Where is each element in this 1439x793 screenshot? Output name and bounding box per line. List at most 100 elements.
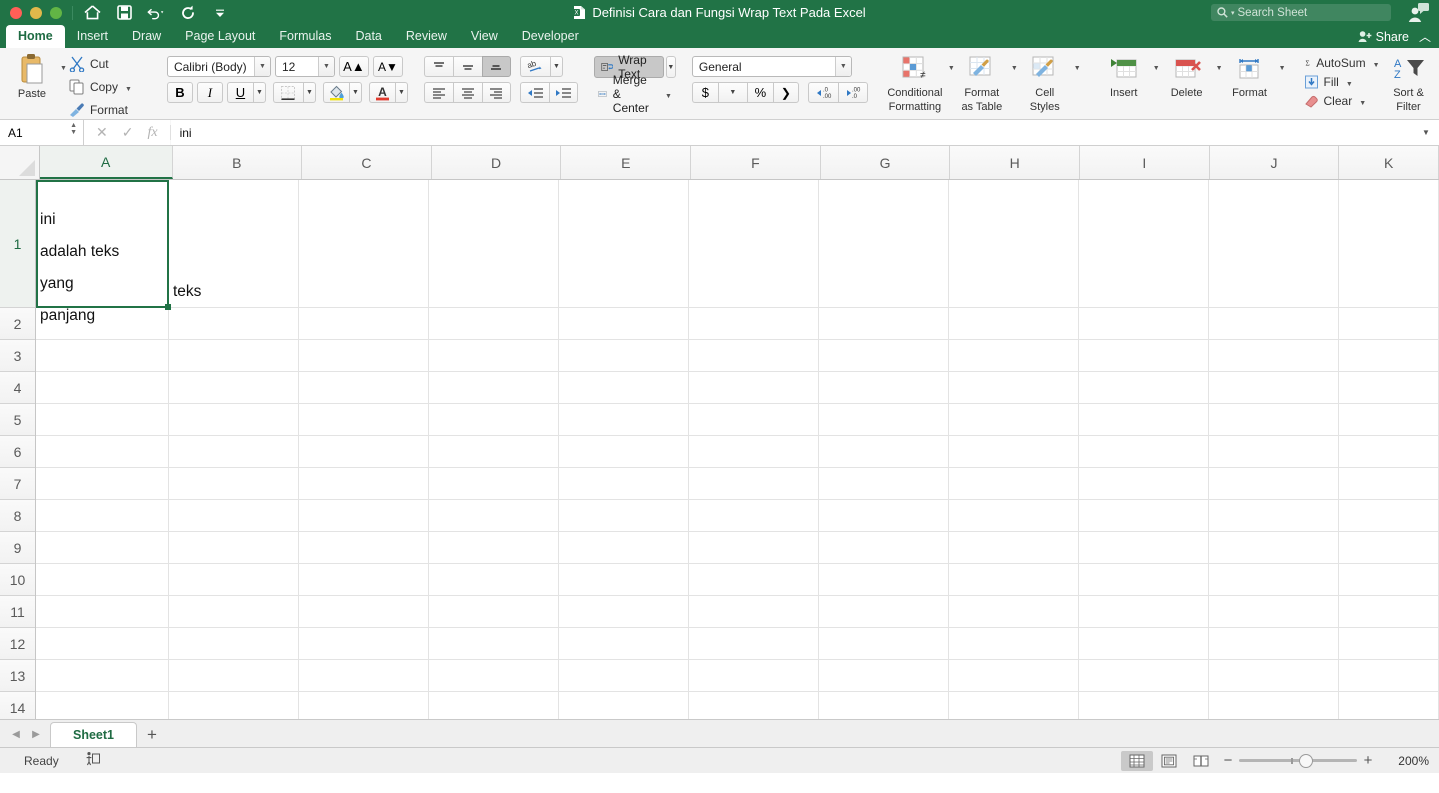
cell-G10[interactable] bbox=[819, 564, 949, 596]
conditional-formatting-button[interactable]: ≠ Conditional Formatting bbox=[884, 51, 946, 113]
cell-I6[interactable] bbox=[1079, 436, 1209, 468]
align-right-icon[interactable] bbox=[481, 82, 511, 103]
home-icon[interactable] bbox=[83, 4, 101, 22]
cell-F13[interactable] bbox=[689, 660, 819, 692]
cell-C12[interactable] bbox=[299, 628, 429, 660]
customize-toolbar-icon[interactable] bbox=[211, 4, 229, 22]
row-header-7[interactable]: 7 bbox=[0, 468, 35, 500]
cell-J6[interactable] bbox=[1209, 436, 1339, 468]
cell-G14[interactable] bbox=[819, 692, 949, 719]
page-break-view-icon[interactable] bbox=[1185, 751, 1217, 771]
copy-button[interactable]: Copy ▼ bbox=[67, 78, 151, 96]
cell-I7[interactable] bbox=[1079, 468, 1209, 500]
delete-cells-button[interactable]: Delete bbox=[1160, 51, 1214, 99]
page-layout-view-icon[interactable] bbox=[1153, 751, 1185, 771]
cell-A10[interactable] bbox=[36, 564, 169, 596]
cell-E2[interactable] bbox=[559, 308, 689, 340]
align-top-icon[interactable] bbox=[423, 56, 453, 77]
cell-K2[interactable] bbox=[1339, 308, 1439, 340]
zoom-in-button[interactable]: + bbox=[1357, 752, 1379, 769]
cell-D3[interactable] bbox=[429, 340, 559, 372]
row-header-5[interactable]: 5 bbox=[0, 404, 35, 436]
cell-H5[interactable] bbox=[949, 404, 1079, 436]
cut-button[interactable]: Cut bbox=[67, 55, 151, 73]
conditional-formatting-dropdown-icon[interactable]: ▼ bbox=[948, 65, 955, 113]
cell-E6[interactable] bbox=[559, 436, 689, 468]
account-avatar-icon[interactable] bbox=[1407, 3, 1429, 23]
bold-button[interactable]: B bbox=[166, 82, 193, 103]
cell-I9[interactable] bbox=[1079, 532, 1209, 564]
cell-K6[interactable] bbox=[1339, 436, 1439, 468]
insert-cells-button[interactable]: Insert bbox=[1097, 51, 1151, 99]
window-controls[interactable] bbox=[0, 6, 62, 19]
sheet-tab-sheet1[interactable]: Sheet1 bbox=[50, 722, 137, 747]
cell-J14[interactable] bbox=[1209, 692, 1339, 719]
cell-K11[interactable] bbox=[1339, 596, 1439, 628]
cell-J8[interactable] bbox=[1209, 500, 1339, 532]
cell-A6[interactable] bbox=[36, 436, 169, 468]
cell-G12[interactable] bbox=[819, 628, 949, 660]
cell-B10[interactable] bbox=[169, 564, 299, 596]
autosum-button[interactable]: Σ AutoSum ▼ bbox=[1302, 55, 1382, 71]
font-color-button[interactable]: A bbox=[368, 82, 395, 103]
cell-K14[interactable] bbox=[1339, 692, 1439, 719]
tab-formulas[interactable]: Formulas bbox=[267, 25, 343, 48]
cell-F5[interactable] bbox=[689, 404, 819, 436]
grow-font-button[interactable]: A▲ bbox=[338, 56, 369, 77]
italic-button[interactable]: I bbox=[196, 82, 223, 103]
cell-C4[interactable] bbox=[299, 372, 429, 404]
cell-I14[interactable] bbox=[1079, 692, 1209, 719]
cell-C1[interactable] bbox=[299, 180, 429, 308]
cell-D14[interactable] bbox=[429, 692, 559, 719]
align-bottom-icon[interactable] bbox=[481, 56, 511, 77]
currency-format-button[interactable]: $ bbox=[691, 82, 718, 103]
copy-dropdown-icon[interactable]: ▼ bbox=[125, 86, 132, 93]
row-header-14[interactable]: 14 bbox=[0, 692, 35, 719]
currency-dropdown-icon[interactable]: ▼ bbox=[717, 82, 747, 103]
cell-E11[interactable] bbox=[559, 596, 689, 628]
cell-E14[interactable] bbox=[559, 692, 689, 719]
chevron-up-icon[interactable]: ︿ bbox=[1419, 28, 1431, 45]
format-cells-dropdown-icon[interactable]: ▼ bbox=[1279, 65, 1286, 99]
clear-dropdown-icon[interactable]: ▼ bbox=[1359, 100, 1366, 107]
cell-I8[interactable] bbox=[1079, 500, 1209, 532]
text-orientation-dropdown-icon[interactable]: ▼ bbox=[549, 56, 563, 77]
cell-H7[interactable] bbox=[949, 468, 1079, 500]
cell-C8[interactable] bbox=[299, 500, 429, 532]
align-center-icon[interactable] bbox=[452, 82, 482, 103]
cell-E13[interactable] bbox=[559, 660, 689, 692]
column-header-J[interactable]: J bbox=[1209, 146, 1340, 179]
cell-A8[interactable] bbox=[36, 500, 169, 532]
cell-C11[interactable] bbox=[299, 596, 429, 628]
cell-F8[interactable] bbox=[689, 500, 819, 532]
column-header-A[interactable]: A bbox=[39, 146, 173, 179]
cell-B3[interactable] bbox=[169, 340, 299, 372]
decrease-indent-icon[interactable] bbox=[519, 82, 549, 103]
format-painter-button[interactable]: Format bbox=[67, 101, 151, 119]
cell-K3[interactable] bbox=[1339, 340, 1439, 372]
redo-icon[interactable] bbox=[179, 4, 197, 22]
fill-button[interactable]: Fill ▼ bbox=[1302, 74, 1382, 90]
cell-J12[interactable] bbox=[1209, 628, 1339, 660]
text-orientation-button[interactable]: ab bbox=[519, 56, 550, 77]
row-header-2[interactable]: 2 bbox=[0, 308, 35, 340]
delete-cells-dropdown-icon[interactable]: ▼ bbox=[1216, 65, 1223, 99]
cell-F4[interactable] bbox=[689, 372, 819, 404]
merge-center-dropdown-icon[interactable]: ▼ bbox=[665, 93, 672, 100]
zoom-slider-thumb[interactable] bbox=[1299, 753, 1313, 768]
cell-F12[interactable] bbox=[689, 628, 819, 660]
cell-F3[interactable] bbox=[689, 340, 819, 372]
cell-A11[interactable] bbox=[36, 596, 169, 628]
increase-decimal-icon[interactable]: .00.0 bbox=[837, 82, 868, 103]
cell-J5[interactable] bbox=[1209, 404, 1339, 436]
cell-E4[interactable] bbox=[559, 372, 689, 404]
cell-B6[interactable] bbox=[169, 436, 299, 468]
sort-filter-button[interactable]: AZ Sort & Filter bbox=[1382, 51, 1436, 113]
row-header-9[interactable]: 9 bbox=[0, 532, 35, 564]
cell-G3[interactable] bbox=[819, 340, 949, 372]
cell-K5[interactable] bbox=[1339, 404, 1439, 436]
fill-color-dropdown-icon[interactable]: ▼ bbox=[348, 82, 362, 103]
zoom-level-label[interactable]: 200% bbox=[1387, 754, 1429, 768]
borders-button[interactable] bbox=[272, 82, 303, 103]
column-header-F[interactable]: F bbox=[691, 146, 821, 179]
